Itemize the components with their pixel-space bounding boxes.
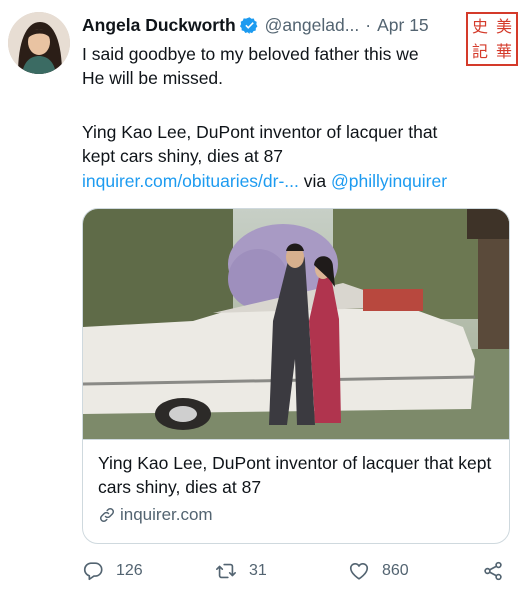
like-count: 860 — [382, 562, 409, 579]
stamp-char: 華 — [495, 41, 512, 61]
card-divider — [83, 439, 509, 440]
tweet-text-line: I said goodbye to my beloved father this… — [82, 44, 419, 64]
retweet-button[interactable]: 31 — [215, 556, 267, 586]
card-photo — [83, 209, 509, 439]
like-button[interactable]: 860 — [348, 556, 409, 586]
tweet-actions: 126 31 860 — [82, 556, 512, 586]
tweet-header: Angela Duckworth @angelad... · Apr 15 — [82, 12, 429, 38]
avatar-photo — [8, 12, 70, 74]
card-domain-label: inquirer.com — [120, 505, 213, 524]
mention-link[interactable]: @phillyinquirer — [331, 171, 447, 191]
share-button[interactable] — [482, 556, 516, 586]
heart-icon — [349, 562, 369, 580]
tweet-text-line: He will be missed. — [82, 68, 224, 88]
author-name[interactable]: Angela Duckworth — [82, 15, 236, 36]
tweet[interactable]: Angela Duckworth @angelad... · Apr 15 史 … — [0, 0, 529, 600]
stamp-char: 史 — [471, 16, 488, 36]
article-link[interactable]: inquirer.com/obituaries/dr-... — [82, 171, 299, 191]
card-domain[interactable]: inquirer.com — [98, 505, 213, 525]
verified-badge-icon — [239, 16, 258, 34]
stamp-char: 記 — [471, 41, 488, 61]
separator-dot: · — [365, 14, 372, 35]
share-icon — [484, 561, 502, 581]
avatar[interactable] — [8, 12, 70, 74]
reply-icon — [83, 562, 103, 581]
via-text: via — [298, 171, 332, 191]
tweet-text-line: kept cars shiny, dies at 87 — [82, 146, 284, 166]
author-handle[interactable]: @angelad... — [265, 15, 360, 36]
stamp-char: 美 — [495, 16, 512, 36]
tweet-date[interactable]: Apr 15 — [377, 15, 429, 36]
card-title[interactable]: Ying Kao Lee, DuPont inventor of lacquer… — [98, 451, 498, 499]
reply-button[interactable]: 126 — [82, 556, 143, 586]
link-icon — [99, 507, 115, 523]
retweet-icon — [216, 563, 236, 579]
watermark-stamp: 史 美 記 華 — [466, 12, 518, 66]
retweet-count: 31 — [249, 562, 267, 579]
reply-count: 126 — [116, 562, 143, 579]
tweet-text-line: Ying Kao Lee, DuPont inventor of lacquer… — [82, 122, 438, 142]
link-card[interactable]: Ying Kao Lee, DuPont inventor of lacquer… — [82, 208, 510, 544]
tweet-link-line: inquirer.com/obituaries/dr-... via @phil… — [82, 169, 522, 193]
